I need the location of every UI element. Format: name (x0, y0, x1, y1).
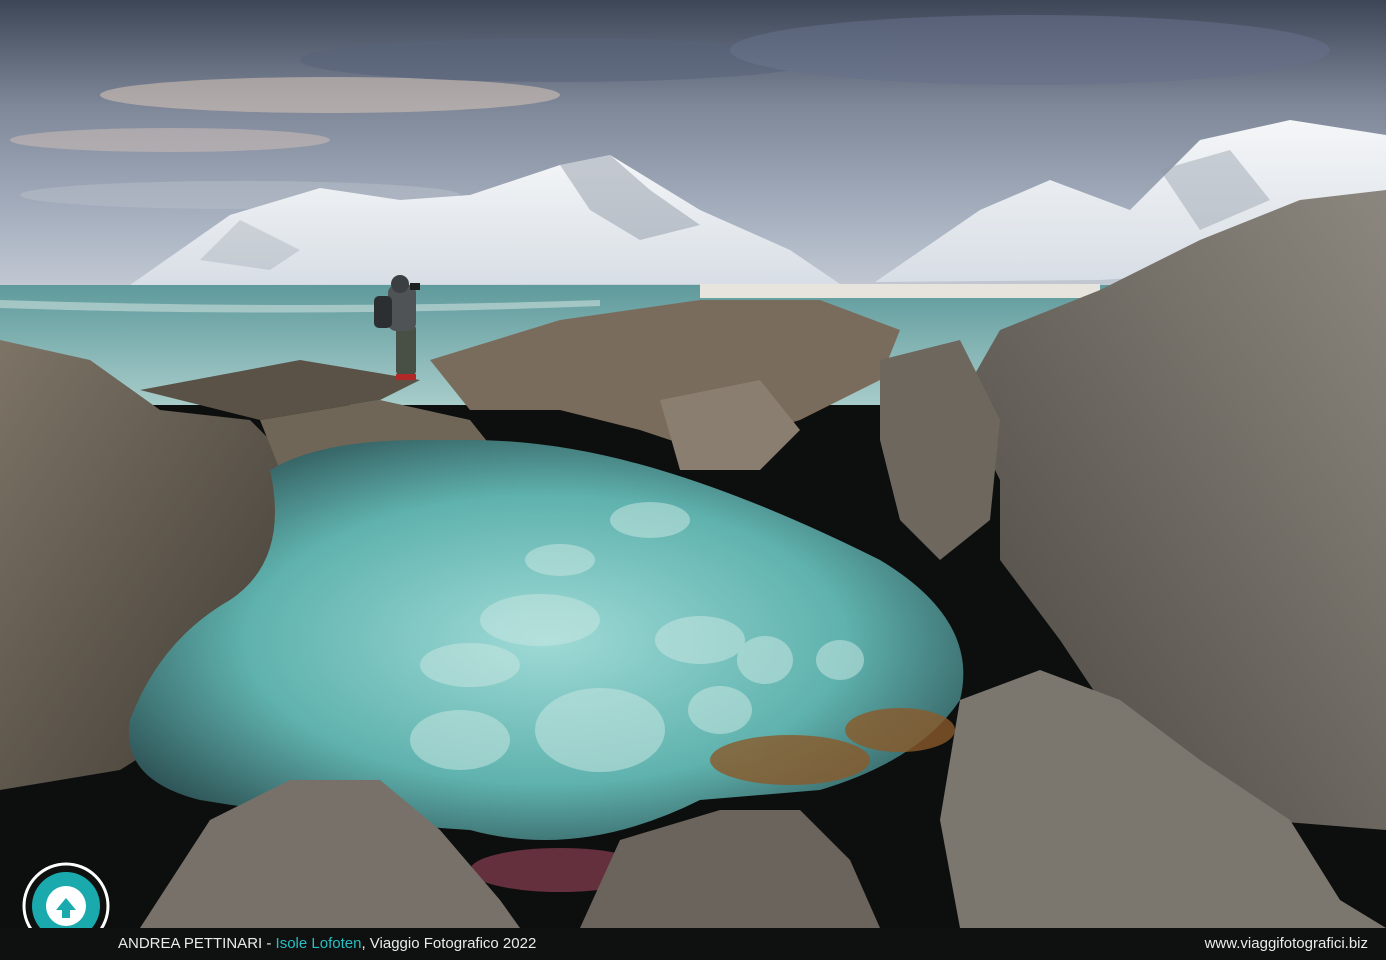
trip-title: , Viaggio Fotografico 2022 (361, 935, 537, 952)
author-name: ANDREA PETTINARI (118, 935, 263, 952)
landscape-photo (0, 0, 1386, 928)
website-url: www.viaggifotografici.biz (1204, 935, 1368, 952)
photo-credit: ANDREA PETTINARI - Isole Lofoten, Viaggi… (118, 928, 536, 960)
caption-separator: - (262, 935, 276, 952)
caption-bar: ANDREA PETTINARI - Isole Lofoten, Viaggi… (0, 928, 1386, 960)
location-name: Isole Lofoten (275, 935, 362, 952)
photo-frame: ANDREA PETTINARI - Isole Lofoten, Viaggi… (0, 0, 1386, 960)
